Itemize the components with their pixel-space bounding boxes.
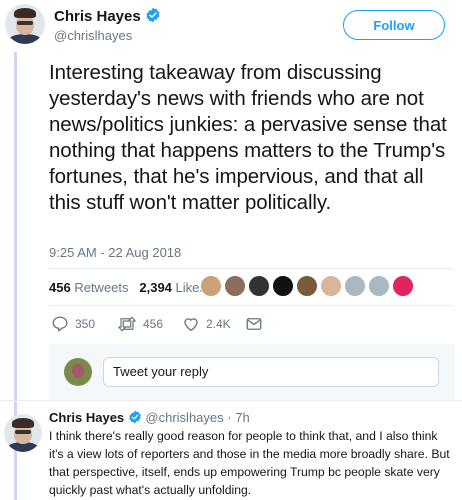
author-header: Chris Hayes @chrislhayes [54, 7, 161, 43]
like-action[interactable]: 2.4K [182, 315, 231, 333]
divider [49, 305, 453, 306]
retweet-count: 456 [143, 317, 164, 331]
follow-button[interactable]: Follow [343, 10, 445, 40]
liker-avatar[interactable] [392, 275, 414, 297]
like-icon [184, 318, 198, 332]
liker-avatar[interactable] [200, 275, 222, 297]
reply-icon [52, 316, 68, 332]
tweet-timestamp[interactable]: 9:25 AM - 22 Aug 2018 [49, 245, 181, 260]
likes-count: 2,394 [139, 280, 172, 295]
current-user-avatar[interactable] [64, 358, 92, 386]
retweets-stat[interactable]: 456 Retweets [49, 280, 129, 295]
reply-count: 350 [75, 317, 96, 331]
reply-action[interactable]: 350 [51, 315, 95, 333]
likes-stat[interactable]: 2,394 Likes [139, 280, 206, 295]
reply-author-avatar[interactable] [4, 414, 42, 452]
author-name[interactable]: Chris Hayes [54, 8, 141, 25]
retweets-count: 456 [49, 280, 71, 295]
retweet-icon [118, 316, 136, 332]
reply-time[interactable]: 7h [235, 410, 249, 425]
retweets-label: Retweets [74, 280, 129, 295]
direct-message-icon [246, 318, 262, 330]
author-avatar[interactable] [5, 4, 45, 44]
liker-avatar[interactable] [344, 275, 366, 297]
liker-avatar[interactable] [320, 275, 342, 297]
author-handle[interactable]: @chrislhayes [54, 28, 161, 43]
liker-avatar[interactable] [224, 275, 246, 297]
reply-author-name[interactable]: Chris Hayes [49, 410, 124, 425]
verified-icon [129, 410, 141, 424]
liker-avatar[interactable] [272, 275, 294, 297]
divider [0, 400, 462, 401]
reply-input[interactable]: Tweet your reply [103, 357, 439, 387]
liker-avatar[interactable] [296, 275, 318, 297]
verified-icon [146, 7, 160, 23]
reply-time-separator: · [227, 410, 232, 425]
direct-message-action[interactable] [245, 315, 263, 333]
reply-text: I think there's really good reason for p… [49, 429, 450, 497]
reply-composer: Tweet your reply [49, 344, 454, 400]
engagement-stats: 456 Retweets 2,394 Likes [49, 280, 206, 295]
retweet-action[interactable]: 456 [117, 315, 163, 333]
tweet-text: Interesting takeaway from discussing yes… [49, 61, 447, 214]
liker-avatar[interactable] [368, 275, 390, 297]
like-count: 2.4K [206, 317, 231, 331]
reply-author-handle[interactable]: @chrislhayes [145, 410, 223, 425]
reply-header: Chris Hayes @chrislhayes · 7h [49, 410, 250, 425]
liker-avatar[interactable] [248, 275, 270, 297]
divider [49, 268, 453, 269]
